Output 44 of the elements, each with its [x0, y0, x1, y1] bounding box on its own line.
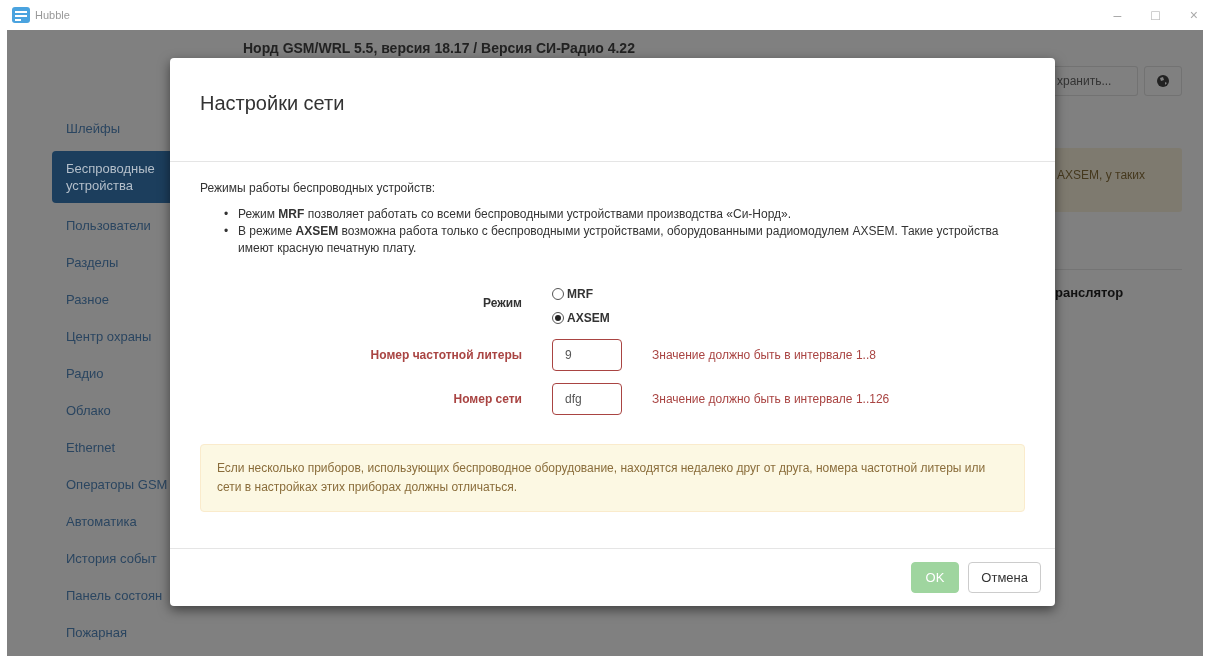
save-button[interactable]: хранить...: [1055, 66, 1138, 96]
input-field[interactable]: 9: [552, 339, 622, 371]
sidebar-item[interactable]: Ethernet: [52, 429, 170, 466]
sidebar-item[interactable]: Автоматика: [52, 503, 170, 540]
field-label: Номер сети: [453, 392, 522, 406]
alert-text: AXSEM, у таких: [1057, 168, 1145, 182]
sidebar-item[interactable]: Разделы: [52, 244, 170, 281]
sidebar-item[interactable]: Шлейфы: [52, 110, 170, 147]
sidebar-item[interactable]: Разное: [52, 281, 170, 318]
bullet-marker: •: [224, 206, 230, 223]
minimize-button[interactable]: –: [1113, 4, 1122, 26]
warning-note: Если несколько приборов, использующих беспроводное оборудование, находятся недалеко друг от друга, номера частотной литеры или сети в настройках этих приборах должны отличаться.: [200, 444, 1025, 512]
window-title: Hubble: [35, 7, 70, 23]
close-button[interactable]: ×: [1189, 4, 1198, 26]
cancel-button[interactable]: Отмена: [968, 562, 1041, 593]
globe-icon: [1157, 75, 1169, 87]
field-label: Номер частотной литеры: [370, 348, 522, 362]
error-message: Значение должно быть в интервале 1..126: [652, 391, 890, 408]
sidebar-item[interactable]: Радио: [52, 355, 170, 392]
dialog-title: Настройки сети: [200, 91, 346, 116]
app-logo-icon: [12, 7, 30, 23]
radio-label: AXSEM: [567, 310, 610, 327]
sidebar-item[interactable]: Центр охраны: [52, 318, 170, 355]
input-field[interactable]: dfg: [552, 383, 622, 415]
radio-button[interactable]: [552, 312, 564, 324]
page-heading: Норд GSM/WRL 5.5, версия 18.17 / Версия СИ-Радио 4.22: [243, 39, 636, 58]
radio-button[interactable]: [552, 288, 564, 300]
bullet-text: Режим MRF позволяет работать со всеми беспроводными устройствами производства «Си-Норд».: [238, 206, 792, 223]
bullet-marker: •: [224, 223, 230, 240]
intro-text: Режимы работы беспроводных устройств:: [200, 180, 437, 197]
sidebar-item[interactable]: Операторы GSM: [52, 466, 170, 503]
maximize-button[interactable]: □: [1151, 4, 1160, 26]
sidebar-item[interactable]: История событ: [52, 540, 170, 577]
radio-label: MRF: [567, 286, 593, 303]
mode-label: Режим: [483, 296, 522, 310]
bullet-text: В режиме AXSEM возможна работа только с беспроводными устройствами, оборудованными радиомодулем AXSEM. Такие устройства имеют красную печатную плату.: [238, 223, 1000, 257]
sidebar-item[interactable]: Панель состоян: [52, 577, 170, 614]
sidebar-item[interactable]: Беспроводные устройства: [52, 151, 170, 203]
sidebar-item[interactable]: Облако: [52, 392, 170, 429]
language-button[interactable]: [1144, 66, 1182, 96]
sidebar-item[interactable]: Пожарная: [52, 614, 170, 651]
section-title: ранслятор: [1055, 285, 1124, 300]
error-message: Значение должно быть в интервале 1..8: [652, 347, 876, 364]
sidebar-item[interactable]: Пользователи: [52, 207, 170, 244]
